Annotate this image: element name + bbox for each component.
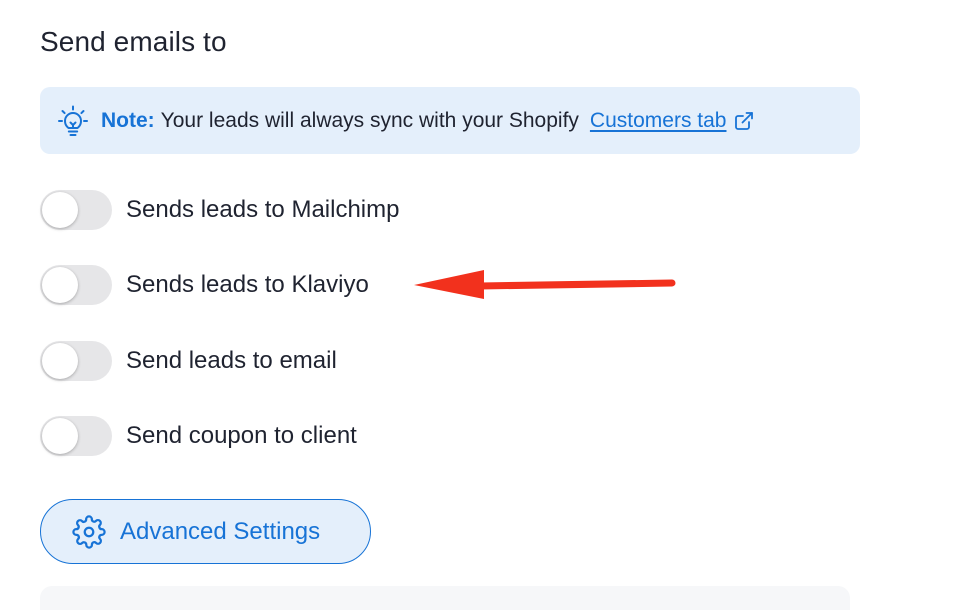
coupon-toggle[interactable] bbox=[40, 416, 112, 456]
email-toggle-label: Send leads to email bbox=[126, 347, 337, 374]
toggle-row-email: Send leads to email bbox=[40, 341, 337, 381]
toggle-knob bbox=[42, 267, 78, 303]
section-title: Send emails to bbox=[40, 26, 227, 57]
advanced-settings-button[interactable]: Advanced Settings bbox=[40, 499, 371, 564]
mailchimp-toggle[interactable] bbox=[40, 190, 112, 230]
customers-tab-link[interactable]: Customers tab bbox=[590, 109, 727, 133]
toggle-knob bbox=[42, 192, 78, 228]
note-label: Note: bbox=[101, 108, 155, 132]
email-toggle[interactable] bbox=[40, 341, 112, 381]
advanced-settings-label: Advanced Settings bbox=[120, 517, 321, 545]
toggle-row-klaviyo: Sends leads to Klaviyo bbox=[40, 265, 369, 305]
lightbulb-icon bbox=[58, 105, 88, 137]
mailchimp-toggle-label: Sends leads to Mailchimp bbox=[126, 196, 400, 223]
toggle-row-mailchimp: Sends leads to Mailchimp bbox=[40, 190, 399, 230]
external-link-icon[interactable] bbox=[734, 111, 754, 131]
note-text: Your leads will always sync with your Sh… bbox=[160, 108, 579, 132]
send-emails-panel: Send emails to Note: Your leads will alw… bbox=[0, 0, 974, 610]
toggle-row-coupon: Send coupon to client bbox=[40, 416, 357, 456]
klaviyo-toggle[interactable] bbox=[40, 265, 112, 305]
toggle-knob bbox=[42, 418, 78, 454]
next-section-card bbox=[40, 586, 850, 610]
coupon-toggle-label: Send coupon to client bbox=[126, 422, 357, 449]
toggle-knob bbox=[42, 343, 78, 379]
note-banner: Note: Your leads will always sync with y… bbox=[40, 87, 860, 154]
klaviyo-toggle-label: Sends leads to Klaviyo bbox=[126, 271, 369, 298]
gear-icon bbox=[72, 514, 106, 549]
